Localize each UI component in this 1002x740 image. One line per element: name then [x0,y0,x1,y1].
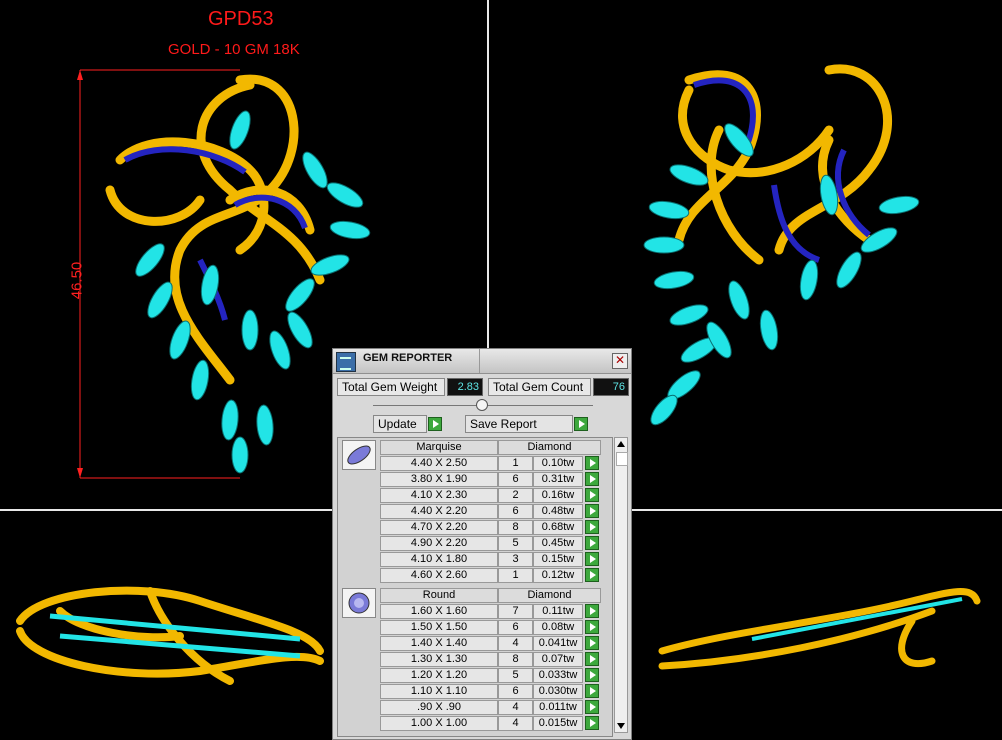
scroll-down-icon[interactable] [617,723,625,729]
gem-weight: 0.08tw [533,620,583,635]
gem-weight: 0.10tw [533,456,583,471]
gem-count: 6 [498,504,533,519]
gem-count: 1 [498,568,533,583]
scroll-up-icon[interactable] [617,441,625,447]
gem-weight: 0.030tw [533,684,583,699]
gem-count: 3 [498,552,533,567]
gem-size: 4.10 X 1.80 [380,552,498,567]
group-material-header: Diamond [498,588,601,603]
gem-weight: 0.033tw [533,668,583,683]
gem-count: 6 [498,684,533,699]
gem-weight: 0.011tw [533,700,583,715]
gem-size: 1.10 X 1.10 [380,684,498,699]
gem-size: 4.70 X 2.20 [380,520,498,535]
total-gem-weight-label: Total Gem Weight [337,378,445,396]
row-go-icon[interactable] [585,552,599,566]
row-go-icon[interactable] [585,668,599,682]
gem-count: 7 [498,604,533,619]
row-go-icon[interactable] [585,636,599,650]
gem-count: 5 [498,668,533,683]
row-go-icon[interactable] [585,488,599,502]
pendant-side-right-render [658,588,981,670]
gem-count: 8 [498,520,533,535]
row-go-icon[interactable] [585,456,599,470]
update-label: Update [378,417,417,431]
gem-count: 8 [498,652,533,667]
gem-count: 6 [498,472,533,487]
gem-weight: 0.015tw [533,716,583,731]
gem-size: 1.00 X 1.00 [380,716,498,731]
row-go-icon[interactable] [585,536,599,550]
gem-size: 4.40 X 2.20 [380,504,498,519]
row-go-icon[interactable] [585,652,599,666]
scroll-thumb[interactable] [616,452,628,466]
group-material-header: Diamond [498,440,601,455]
gem-weight: 0.48tw [533,504,583,519]
row-go-icon[interactable] [585,504,599,518]
gem-weight: 0.07tw [533,652,583,667]
row-go-icon[interactable] [585,568,599,582]
group-shape-header: Round [380,588,498,603]
gem-size: 4.90 X 2.20 [380,536,498,551]
viewport-side-left[interactable] [0,511,332,740]
gem-list-scrollbar[interactable] [614,437,628,733]
gem-size: 4.60 X 2.60 [380,568,498,583]
close-icon: ✕ [614,353,626,367]
gem-size: 1.50 X 1.50 [380,620,498,635]
group-shape-header: Marquise [380,440,498,455]
total-gem-count-value: 76 [593,378,629,396]
gem-weight: 0.16tw [533,488,583,503]
viewport-divider-horizontal-right [632,509,1002,511]
gem-weight: 0.041tw [533,636,583,651]
row-go-icon[interactable] [585,700,599,714]
gem-count: 6 [498,620,533,635]
row-go-icon[interactable] [585,604,599,618]
row-go-icon[interactable] [585,520,599,534]
gem-size: .90 X .90 [380,700,498,715]
viewport-side-right[interactable] [632,511,1002,740]
gem-count: 4 [498,716,533,731]
update-button[interactable]: Update [373,415,427,433]
gem-count: 5 [498,536,533,551]
gem-weight: 0.15tw [533,552,583,567]
title-divider [479,349,480,373]
total-gem-count-label: Total Gem Count [488,378,591,396]
pendant-side-left-render [16,586,324,685]
save-report-go-icon[interactable] [574,417,588,431]
gem-weight: 0.31tw [533,472,583,487]
gem-weight: 0.12tw [533,568,583,583]
gem-count: 2 [498,488,533,503]
save-report-label: Save Report [470,417,537,431]
gem-count: 4 [498,636,533,651]
row-go-icon[interactable] [585,684,599,698]
marquise-gem-icon [342,440,376,470]
gem-size: 3.80 X 1.90 [380,472,498,487]
gem-reporter-panel: GEM REPORTER ✕ Total Gem Weight 2.83 Tot… [332,348,632,740]
save-report-button[interactable]: Save Report [465,415,573,433]
panel-title-bar[interactable]: GEM REPORTER ✕ [333,349,631,374]
gem-size: 1.60 X 1.60 [380,604,498,619]
gem-size: 4.10 X 2.30 [380,488,498,503]
gem-size: 1.40 X 1.40 [380,636,498,651]
gem-count: 4 [498,700,533,715]
total-gem-weight-value: 2.83 [447,378,483,396]
gem-weight: 0.11tw [533,604,583,619]
row-go-icon[interactable] [585,716,599,730]
gem-size: 1.30 X 1.30 [380,652,498,667]
gem-weight: 0.68tw [533,520,583,535]
round-gem-icon [342,588,376,618]
gem-size: 1.20 X 1.20 [380,668,498,683]
slider-handle[interactable] [476,399,488,411]
panel-title: GEM REPORTER [363,352,453,364]
gem-reporter-icon [336,352,356,372]
gem-count: 1 [498,456,533,471]
row-go-icon[interactable] [585,620,599,634]
gem-weight: 0.45tw [533,536,583,551]
viewport-divider-horizontal-left [0,509,332,511]
close-button[interactable]: ✕ [612,353,628,369]
gem-size: 4.40 X 2.50 [380,456,498,471]
update-go-icon[interactable] [428,417,442,431]
gem-list[interactable]: Marquise Diamond 4.40 X 2.50 1 0.10tw 3.80… [337,437,613,737]
row-go-icon[interactable] [585,472,599,486]
